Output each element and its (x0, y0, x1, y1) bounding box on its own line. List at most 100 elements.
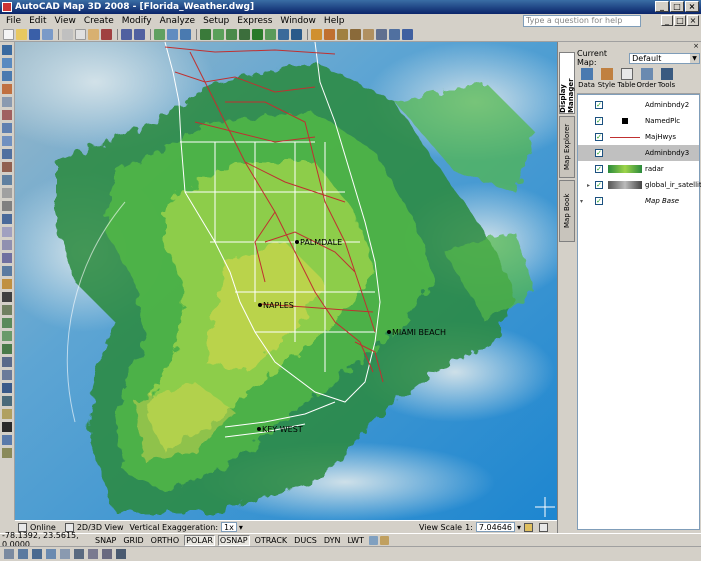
properties-icon[interactable] (376, 29, 387, 40)
layer-row-adminbndy2[interactable]: ✓ Adminbndy2 (578, 97, 699, 113)
chevron-down-icon[interactable]: ▾ (239, 523, 243, 532)
layer-visibility-checkbox[interactable]: ✓ (595, 117, 603, 125)
redo-icon[interactable] (134, 29, 145, 40)
zoom-icon[interactable] (167, 29, 178, 40)
stretch-icon[interactable] (2, 409, 12, 419)
map-data-icon[interactable] (200, 29, 211, 40)
dyn-toggle[interactable]: DYN (322, 535, 343, 546)
arc-icon[interactable] (2, 110, 12, 120)
line-icon[interactable] (2, 45, 12, 55)
buffer-icon[interactable] (116, 549, 126, 559)
close-icon[interactable]: × (693, 42, 699, 50)
tool-palettes-icon[interactable] (311, 29, 322, 40)
layer-row-majhwys[interactable]: ✓ MajHwys (578, 129, 699, 145)
point-icon[interactable] (2, 214, 12, 224)
hatch-icon[interactable] (2, 227, 12, 237)
cut-icon[interactable] (62, 29, 73, 40)
text-style-icon[interactable] (2, 422, 12, 432)
map-table-icon[interactable] (278, 29, 289, 40)
florida-weather-map[interactable]: PALMDALE NAPLES MIAMI BEACH KEY WEST (15, 42, 557, 520)
coordinate-icon[interactable] (74, 549, 84, 559)
markup-icon[interactable] (350, 29, 361, 40)
menu-edit[interactable]: Edit (25, 16, 50, 26)
query-icon[interactable] (88, 549, 98, 559)
text-icon[interactable] (2, 292, 12, 302)
layer-visibility-checkbox[interactable]: ✓ (595, 133, 603, 141)
explode-icon[interactable] (2, 448, 12, 458)
menu-setup[interactable]: Setup (199, 16, 233, 26)
menu-window[interactable]: Window (276, 16, 320, 26)
model-space-icon[interactable] (368, 535, 378, 545)
vertical-exaggeration-select[interactable]: 1x (221, 522, 237, 532)
help-icon[interactable] (402, 29, 413, 40)
minimize-button[interactable]: _ (655, 1, 669, 12)
mirror-icon[interactable] (2, 331, 12, 341)
polyline-icon[interactable] (2, 71, 12, 81)
match-properties-icon[interactable] (101, 29, 112, 40)
polygon-icon[interactable] (2, 84, 12, 94)
menu-help[interactable]: Help (320, 16, 349, 26)
spline-icon[interactable] (2, 149, 12, 159)
help-search-input[interactable]: Type a question for help (523, 15, 641, 27)
circle-icon[interactable] (2, 123, 12, 133)
map-topology-icon[interactable] (252, 29, 263, 40)
region-icon[interactable] (2, 253, 12, 263)
print-icon[interactable] (42, 29, 53, 40)
data-button[interactable]: Data (577, 68, 596, 93)
layer-row-global-ir-satellite[interactable]: ▸ ✓ global_ir_satellit (578, 177, 701, 193)
tools-button[interactable]: Tools (657, 68, 676, 93)
gradient-icon[interactable] (2, 240, 12, 250)
menu-modify[interactable]: Modify (118, 16, 156, 26)
osnap-toggle[interactable]: OSNAP (217, 534, 250, 546)
grid-toggle[interactable]: GRID (121, 535, 145, 546)
calculator-icon[interactable] (363, 29, 374, 40)
layer-visibility-checkbox[interactable]: ✓ (595, 181, 603, 189)
move-icon[interactable] (2, 370, 12, 380)
style-button[interactable]: Style (597, 68, 616, 93)
menu-file[interactable]: File (2, 16, 25, 26)
comm-center-icon[interactable] (379, 535, 389, 545)
ortho-toggle[interactable]: ORTHO (149, 535, 181, 546)
layer-visibility-checkbox[interactable]: ✓ (595, 197, 603, 205)
map-layer-icon[interactable] (213, 29, 224, 40)
open-icon[interactable] (16, 29, 27, 40)
doc-close-button[interactable]: × (687, 15, 699, 26)
menu-create[interactable]: Create (80, 16, 118, 26)
map-connect-icon[interactable] (291, 29, 302, 40)
paste-icon[interactable] (88, 29, 99, 40)
annotation-icon[interactable] (46, 549, 56, 559)
doc-restore-button[interactable]: □ (674, 15, 686, 26)
layer-row-namedplc[interactable]: ✓ NamedPlc (578, 113, 699, 129)
multiline-text-icon[interactable] (2, 279, 12, 289)
polar-toggle[interactable]: POLAR (184, 534, 215, 546)
snap-toggle[interactable]: SNAP (93, 535, 118, 546)
offset-icon[interactable] (2, 344, 12, 354)
digitize-icon[interactable] (18, 549, 28, 559)
trim-icon[interactable] (2, 435, 12, 445)
erase-icon[interactable] (2, 305, 12, 315)
city-marker-key-west[interactable] (257, 427, 261, 431)
layer-row-adminbndy3[interactable]: ✓ Adminbndy3 (578, 145, 699, 161)
city-marker-palmdale[interactable] (295, 240, 299, 244)
ellipse-arc-icon[interactable] (2, 175, 12, 185)
chevron-down-icon[interactable]: ▾ (517, 523, 521, 532)
doc-minimize-button[interactable]: _ (661, 15, 673, 26)
lock-icon[interactable] (524, 522, 533, 532)
table-icon[interactable] (2, 266, 12, 276)
edit-set-icon[interactable] (4, 549, 14, 559)
layer-visibility-checkbox[interactable]: ✓ (595, 165, 603, 173)
layer-visibility-checkbox[interactable]: ✓ (595, 101, 603, 109)
close-button[interactable]: × (685, 1, 699, 12)
copy-object-icon[interactable] (2, 318, 12, 328)
undo-icon[interactable] (121, 29, 132, 40)
array-icon[interactable] (2, 357, 12, 367)
tab-display-manager[interactable]: Display Manager (559, 52, 575, 114)
layer-visibility-checkbox[interactable]: ✓ (595, 149, 603, 157)
scale-icon[interactable] (2, 396, 12, 406)
menu-view[interactable]: View (51, 16, 80, 26)
construction-line-icon[interactable] (2, 58, 12, 68)
revision-cloud-icon[interactable] (2, 136, 12, 146)
rotate-icon[interactable] (2, 383, 12, 393)
lwt-toggle[interactable]: LWT (345, 535, 366, 546)
insert-block-icon[interactable] (2, 188, 12, 198)
